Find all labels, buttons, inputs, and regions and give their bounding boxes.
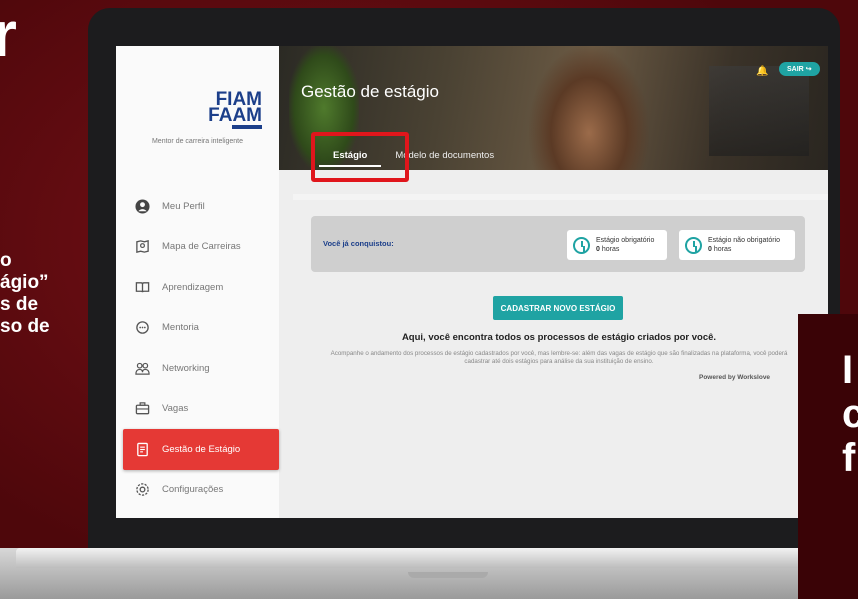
empty-state-headline: Aqui, você encontra todos os processos d… xyxy=(401,332,717,343)
logo-line-2: FAAM xyxy=(208,105,262,126)
card-value: 0 xyxy=(596,246,600,253)
achievements-panel: Você já conquistou: Estágio obrigatório … xyxy=(311,216,805,272)
card-title: Estágio obrigatório xyxy=(596,237,655,244)
sidebar-item-label: Meu Perfil xyxy=(162,200,205,212)
empty-state-description: Acompanhe o andamento dos processos de e… xyxy=(330,350,788,365)
logout-button[interactable]: SAIR ↪ xyxy=(779,62,820,76)
card-hours: 0 horas xyxy=(596,245,654,254)
card-unit: horas xyxy=(601,246,620,253)
document-icon xyxy=(134,441,150,457)
clock-icon xyxy=(685,236,702,254)
sidebar-item-gestao-estagio[interactable]: Gestão de Estágio xyxy=(123,429,279,470)
laptop-base-top xyxy=(16,548,842,568)
card-text: Estágio não obrigatório 0 horas xyxy=(708,236,780,254)
gear-icon xyxy=(134,482,150,498)
main-content: Gestão de estágio 🔔 SAIR ↪ Estágio Model… xyxy=(279,46,828,518)
bell-icon[interactable]: 🔔 xyxy=(756,66,768,77)
promo-right-letter: c xyxy=(842,392,858,436)
powered-by: Powered by Workslove xyxy=(699,374,771,381)
sidebar-item-vagas[interactable]: Vagas xyxy=(116,389,279,430)
page-title: Gestão de estágio xyxy=(301,82,439,101)
sub-bar xyxy=(293,194,828,200)
promo-right-letter: f xyxy=(842,436,856,480)
sidebar: FIAM FAAM Mentor de carreira inteligente… xyxy=(116,46,279,518)
hero-window xyxy=(709,66,809,156)
sidebar-item-meu-perfil[interactable]: Meu Perfil xyxy=(116,186,279,227)
sidebar-item-label: Gestão de Estágio xyxy=(162,443,241,455)
promo-letter: r xyxy=(0,0,17,70)
briefcase-icon xyxy=(134,401,150,417)
sidebar-item-configuracoes[interactable]: Configurações xyxy=(116,470,279,511)
promo-line: so de xyxy=(0,316,50,337)
book-icon xyxy=(134,279,150,295)
user-circle-icon xyxy=(134,198,150,214)
promo-right-text: I c f xyxy=(842,348,858,480)
card-title: Estágio não obrigatório xyxy=(708,237,780,244)
add-internship-button[interactable]: CADASTRAR NOVO ESTÁGIO xyxy=(493,296,623,320)
promo-right-letter: I xyxy=(842,348,854,392)
card-text: Estágio obrigatório 0 horas xyxy=(596,236,654,254)
sidebar-item-label: Networking xyxy=(162,362,210,374)
app-screen: FIAM FAAM Mentor de carreira inteligente… xyxy=(116,46,828,518)
sidebar-item-mentoria[interactable]: Mentoria xyxy=(116,308,279,349)
map-icon xyxy=(134,239,150,255)
hero-person xyxy=(529,46,649,170)
sidebar-item-networking[interactable]: Networking xyxy=(116,348,279,389)
tab-highlight-box xyxy=(311,132,409,182)
chat-icon xyxy=(134,320,150,336)
promo-line: s de xyxy=(0,294,39,315)
promo-line: o xyxy=(0,250,12,271)
achievements-label: Você já conquistou: xyxy=(323,239,394,248)
clock-icon xyxy=(573,236,590,254)
sidebar-nav: Meu Perfil Mapa de Carreiras Aprendizage… xyxy=(116,186,279,510)
logout-label: SAIR xyxy=(787,66,804,73)
card-estagio-obrigatorio: Estágio obrigatório 0 horas xyxy=(567,230,667,260)
sidebar-item-label: Mapa de Carreiras xyxy=(162,241,241,253)
sidebar-item-label: Aprendizagem xyxy=(162,281,224,293)
card-unit: horas xyxy=(713,246,732,253)
sidebar-item-label: Configurações xyxy=(162,484,224,496)
logo: FIAM FAAM xyxy=(202,90,262,129)
sidebar-item-aprendizagem[interactable]: Aprendizagem xyxy=(116,267,279,308)
tagline: Mentor de carreira inteligente xyxy=(151,138,244,145)
promo-line: ágio” xyxy=(0,272,49,293)
people-icon xyxy=(134,360,150,376)
sidebar-item-label: Mentoria xyxy=(162,322,199,334)
card-value: 0 xyxy=(708,246,712,253)
card-estagio-nao-obrigatorio: Estágio não obrigatório 0 horas xyxy=(679,230,795,260)
laptop-notch xyxy=(408,572,488,578)
hero-banner: Gestão de estágio 🔔 SAIR ↪ Estágio Model… xyxy=(279,46,828,182)
promo-text: o ágio” s de so de xyxy=(0,250,50,338)
card-hours: 0 horas xyxy=(708,245,780,254)
sidebar-item-label: Vagas xyxy=(162,403,189,415)
logout-icon: ↪ xyxy=(805,66,812,73)
sidebar-item-mapa[interactable]: Mapa de Carreiras xyxy=(116,227,279,268)
